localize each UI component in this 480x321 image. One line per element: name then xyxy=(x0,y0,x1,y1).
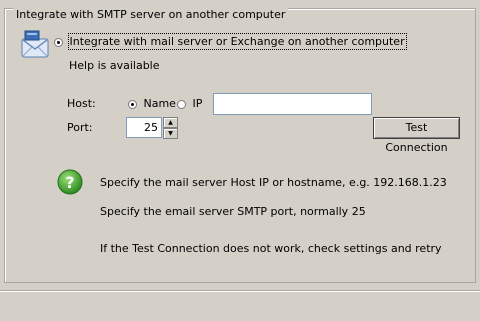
help-available-text: Help is available xyxy=(69,59,160,72)
host-label: Host: xyxy=(67,97,96,110)
help-question-icon: ? xyxy=(57,169,83,195)
port-input-value: 25 xyxy=(144,121,158,134)
host-input[interactable] xyxy=(213,93,372,115)
integrate-mail-server-option[interactable]: Integrate with mail server or Exchange o… xyxy=(54,33,407,50)
host-ip-radio[interactable] xyxy=(177,99,186,109)
svg-text:?: ? xyxy=(65,173,74,192)
test-connection-button[interactable]: Test Connection xyxy=(373,117,460,154)
host-name-radio[interactable] xyxy=(128,99,137,109)
port-input[interactable]: 25 xyxy=(126,117,162,138)
port-down-button[interactable]: ▼ xyxy=(163,128,178,139)
port-up-button[interactable]: ▲ xyxy=(163,117,178,128)
port-spinner[interactable]: ▲ ▼ xyxy=(163,117,178,139)
help-line-1: Specify the mail server Host IP or hostn… xyxy=(100,176,447,189)
help-line-2: Specify the email server SMTP port, norm… xyxy=(100,205,366,218)
bottom-panel xyxy=(0,290,480,321)
port-label: Port: xyxy=(67,121,93,134)
host-ip-option[interactable]: IP xyxy=(177,97,202,111)
host-name-option[interactable]: Name xyxy=(128,97,176,111)
group-title: Integrate with SMTP server on another co… xyxy=(13,8,289,22)
host-ip-label[interactable]: IP xyxy=(193,97,203,110)
integrate-mail-server-label[interactable]: Integrate with mail server or Exchange o… xyxy=(67,33,407,50)
help-line-3: If the Test Connection does not work, ch… xyxy=(100,242,442,255)
host-name-label[interactable]: Name xyxy=(144,97,176,110)
integrate-mail-server-radio[interactable] xyxy=(54,37,63,47)
mail-server-icon xyxy=(20,30,50,60)
